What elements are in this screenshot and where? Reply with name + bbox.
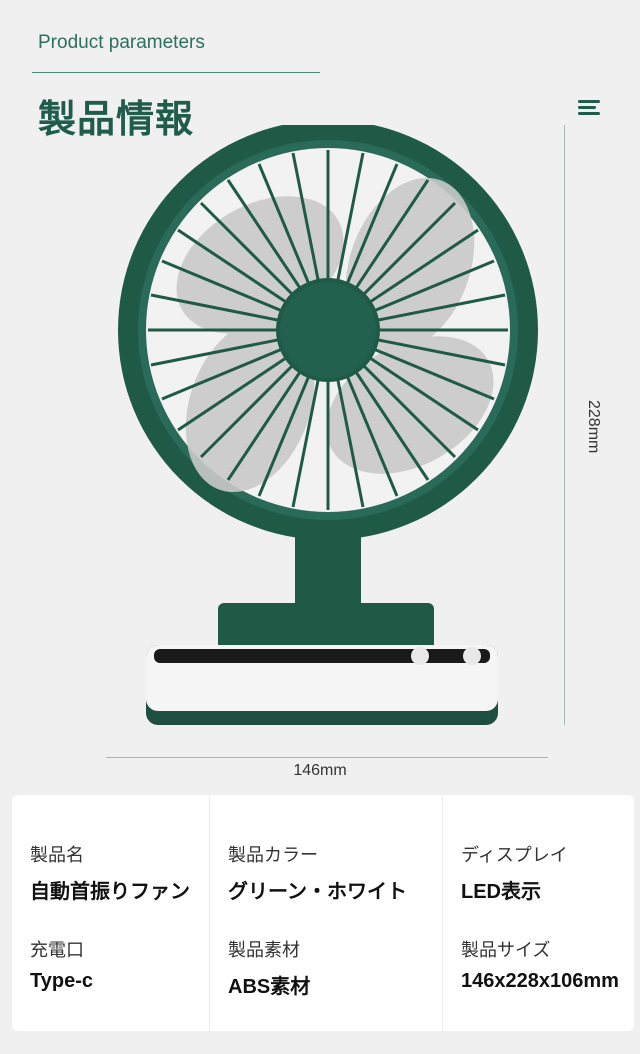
param-value: ABS素材 xyxy=(228,976,311,998)
param-material: 製品素材 ABS素材 xyxy=(228,936,442,999)
height-dimension-label: 228mm xyxy=(585,400,602,454)
param-value: グリーン・ホワイト xyxy=(228,881,407,903)
param-label: 充電口 xyxy=(30,940,84,960)
width-dimension-label: 146mm xyxy=(293,762,347,779)
params-column-1: 製品名 自動首振りファン 充電口 Type-c xyxy=(12,795,210,1031)
param-label: ディスプレイ xyxy=(461,845,568,865)
param-label: 製品名 xyxy=(30,845,84,865)
param-product-color: 製品カラー グリーン・ホワイト xyxy=(228,841,442,904)
menu-icon[interactable] xyxy=(578,100,600,116)
param-value: 自動首振りファン xyxy=(30,881,190,903)
width-dimension-line xyxy=(106,757,548,758)
params-column-2: 製品カラー グリーン・ホワイト 製品素材 ABS素材 xyxy=(210,795,443,1031)
param-product-name: 製品名 自動首振りファン xyxy=(30,841,209,904)
param-label: 製品素材 xyxy=(228,940,300,960)
param-display: ディスプレイ LED表示 xyxy=(461,841,634,904)
header-english-title: Product parameters xyxy=(38,32,205,53)
param-charging-port: 充電口 Type-c xyxy=(30,936,209,993)
fan-image xyxy=(110,120,550,740)
param-label: 製品カラー xyxy=(228,845,318,865)
param-value: Type-c xyxy=(30,970,93,992)
parameters-table: 製品名 自動首振りファン 充電口 Type-c 製品カラー グリーン・ホワイト … xyxy=(12,795,634,1031)
param-value: 146x228x106mm xyxy=(461,970,619,992)
height-dimension-line xyxy=(564,125,565,725)
param-label: 製品サイズ xyxy=(461,940,551,960)
param-value: LED表示 xyxy=(461,881,541,903)
params-column-3: ディスプレイ LED表示 製品サイズ 146x228x106mm xyxy=(443,795,634,1031)
param-size: 製品サイズ 146x228x106mm xyxy=(461,936,634,993)
header-underline xyxy=(32,72,320,73)
